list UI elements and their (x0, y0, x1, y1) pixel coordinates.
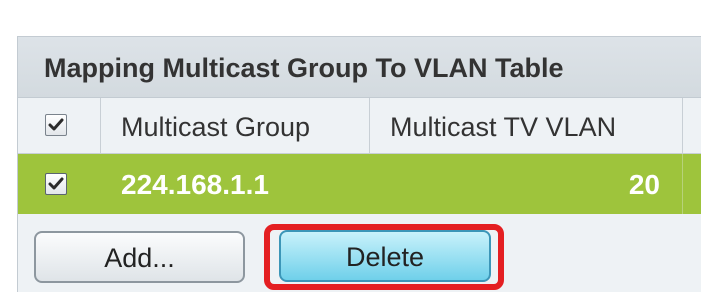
table-header-row: Multicast Group Multicast TV VLAN (18, 98, 701, 154)
row-divider (682, 154, 683, 214)
add-button[interactable]: Add... (34, 231, 245, 283)
header-select-cell (18, 98, 101, 153)
cell-multicast-group: 224.168.1.1 (121, 169, 269, 200)
select-all-checkbox[interactable] (45, 114, 67, 136)
column-header-multicast-group[interactable]: Multicast Group (101, 98, 370, 153)
page: Mapping Multicast Group To VLAN Table Mu… (0, 0, 701, 292)
checkmark-icon (48, 177, 64, 190)
column-label-multicast-group: Multicast Group (121, 112, 311, 142)
multicast-vlan-table-panel: Mapping Multicast Group To VLAN Table Mu… (17, 36, 701, 292)
row-select-checkbox[interactable] (45, 173, 67, 195)
table-title-bar: Mapping Multicast Group To VLAN Table (18, 36, 701, 98)
table-row[interactable]: 224.168.1.1 20 (18, 154, 701, 214)
checkmark-icon (48, 118, 64, 131)
column-header-multicast-tv-vlan[interactable]: Multicast TV VLAN (370, 98, 683, 153)
delete-button[interactable]: Delete (279, 230, 491, 282)
cell-multicast-tv-vlan: 20 (628, 169, 660, 200)
table-title: Mapping Multicast Group To VLAN Table (44, 53, 564, 83)
column-label-multicast-tv-vlan: Multicast TV VLAN (390, 112, 617, 142)
